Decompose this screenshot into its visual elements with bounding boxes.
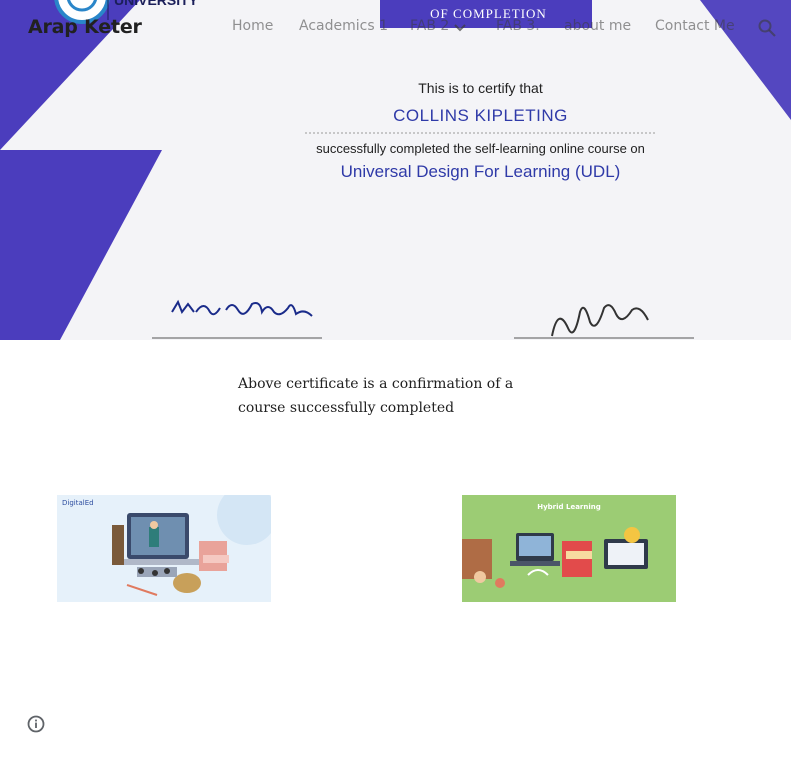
nav-fab-2-label: FAB 2 xyxy=(410,18,450,34)
nav-home[interactable]: Home xyxy=(232,18,273,34)
nav-fab-2[interactable]: FAB 2 xyxy=(410,18,466,34)
certificate-statement: successfully completed the self-learning… xyxy=(316,141,645,156)
hybrid-learning-image: Hybrid Learning xyxy=(462,495,676,602)
site-header: Arap Keter Home Academics 1 FAB 2 FAB 3.… xyxy=(0,0,791,56)
hybrid-learning-illustration xyxy=(462,495,676,602)
info-icon[interactable] xyxy=(27,715,45,733)
certificate-recipient: COLLINS KIPLETING xyxy=(393,106,568,125)
search-icon[interactable] xyxy=(757,18,777,38)
site-title[interactable]: Arap Keter xyxy=(28,16,142,38)
nav-about-me[interactable]: about me xyxy=(564,18,631,34)
brand-label: DigitalEd xyxy=(62,499,94,507)
certificate-course: Universal Design For Learning (UDL) xyxy=(340,162,621,181)
certificate-intro: This is to certify that xyxy=(418,80,543,96)
online-classroom-illustration xyxy=(57,495,271,602)
nav-contact-me[interactable]: Contact Me xyxy=(655,18,735,34)
nav-academics-1[interactable]: Academics 1 xyxy=(299,18,388,34)
chevron-down-icon[interactable] xyxy=(453,21,467,35)
image-title: Hybrid Learning xyxy=(537,503,601,511)
nav-fab-3[interactable]: FAB 3. xyxy=(496,18,540,34)
certificate-description: Above certificate is a confirmation of a… xyxy=(238,376,514,416)
online-classroom-image: DigitalEd xyxy=(57,495,271,602)
